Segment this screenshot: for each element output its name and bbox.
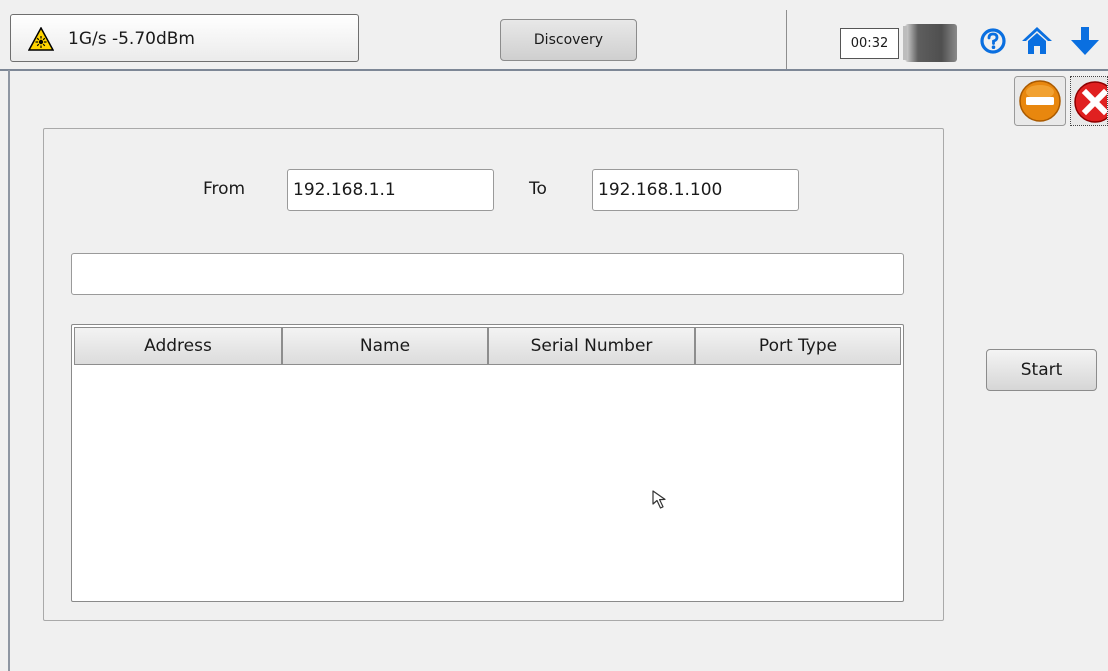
to-ip-field[interactable]: 192.168.1.100	[592, 169, 799, 211]
discovery-button[interactable]: Discovery	[500, 19, 637, 61]
home-icon[interactable]	[1020, 24, 1054, 56]
battery-icon	[903, 24, 957, 62]
left-edge	[8, 70, 10, 671]
from-label: From	[203, 179, 246, 199]
minimize-icon[interactable]	[1014, 76, 1066, 126]
laser-status-text: 1G/s -5.70dBm	[68, 29, 195, 49]
close-button[interactable]	[1070, 76, 1108, 126]
clock-display: 00:32	[840, 28, 899, 59]
help-icon[interactable]	[978, 26, 1008, 56]
top-bar-border	[0, 69, 1108, 71]
top-bar: 1G/s -5.70dBm Discovery 00:32	[0, 0, 1108, 70]
laser-warning-icon	[28, 27, 54, 51]
laser-status-box[interactable]: 1G/s -5.70dBm	[10, 14, 359, 62]
header-divider	[786, 10, 787, 70]
start-button[interactable]: Start	[986, 349, 1097, 391]
column-header-port-type[interactable]: Port Type	[695, 327, 901, 365]
down-arrow-icon[interactable]	[1068, 24, 1102, 58]
results-table[interactable]: Address Name Serial Number Port Type	[71, 324, 904, 602]
column-header-serial-number[interactable]: Serial Number	[488, 327, 695, 365]
column-header-address[interactable]: Address	[74, 327, 282, 365]
close-icon	[1071, 77, 1107, 125]
to-label: To	[529, 179, 547, 199]
from-ip-field[interactable]: 192.168.1.1	[287, 169, 494, 211]
mouse-cursor-icon	[652, 490, 666, 509]
table-header: Address Name Serial Number Port Type	[74, 327, 901, 365]
column-header-name[interactable]: Name	[282, 327, 488, 365]
discovery-progress-bar	[71, 253, 904, 295]
